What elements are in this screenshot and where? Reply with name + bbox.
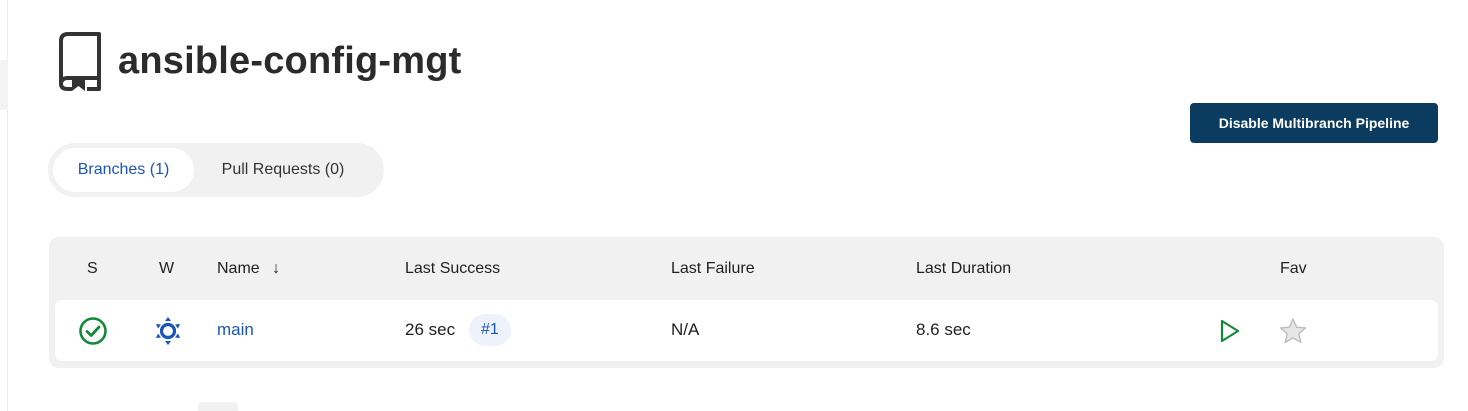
header-name[interactable]: Name ↓ [217, 260, 280, 278]
header-weather[interactable]: W [159, 260, 174, 278]
success-check-icon[interactable] [78, 316, 108, 346]
header-status[interactable]: S [87, 260, 98, 278]
tab-bar: Branches (1) Pull Requests (0) [48, 143, 384, 197]
sidebar-toggle[interactable] [0, 60, 8, 110]
build-number-badge[interactable]: #1 [469, 314, 511, 346]
page-title: ansible-config-mgt [118, 39, 462, 82]
header-name-label: Name [217, 260, 260, 277]
branches-table: S W Name ↓ Last Success Last Failure Las… [49, 237, 1444, 368]
branch-name-link[interactable]: main [217, 320, 254, 340]
last-duration-value: 8.6 sec [916, 320, 971, 339]
table-row: main 26 sec #1 N/A 8.6 sec [55, 300, 1438, 361]
header-fav: Fav [1280, 260, 1307, 277]
header-last-duration[interactable]: Last Duration [916, 260, 1011, 278]
tab-branches[interactable]: Branches (1) [53, 148, 194, 192]
star-icon[interactable] [1278, 317, 1308, 345]
header-last-success[interactable]: Last Success [405, 260, 500, 278]
sunny-weather-icon[interactable] [153, 316, 183, 346]
header-last-failure[interactable]: Last Failure [671, 260, 755, 278]
last-success-value: 26 sec [405, 320, 456, 339]
page-header: ansible-config-mgt [54, 31, 462, 91]
footer-tab-stub [198, 402, 238, 411]
sort-down-arrow-icon: ↓ [272, 260, 281, 277]
play-icon[interactable] [1216, 318, 1242, 344]
tab-pull-requests[interactable]: Pull Requests (0) [194, 148, 372, 192]
repo-book-icon [54, 31, 104, 91]
last-failure-value: N/A [671, 320, 700, 339]
disable-pipeline-button[interactable]: Disable Multibranch Pipeline [1190, 103, 1438, 143]
